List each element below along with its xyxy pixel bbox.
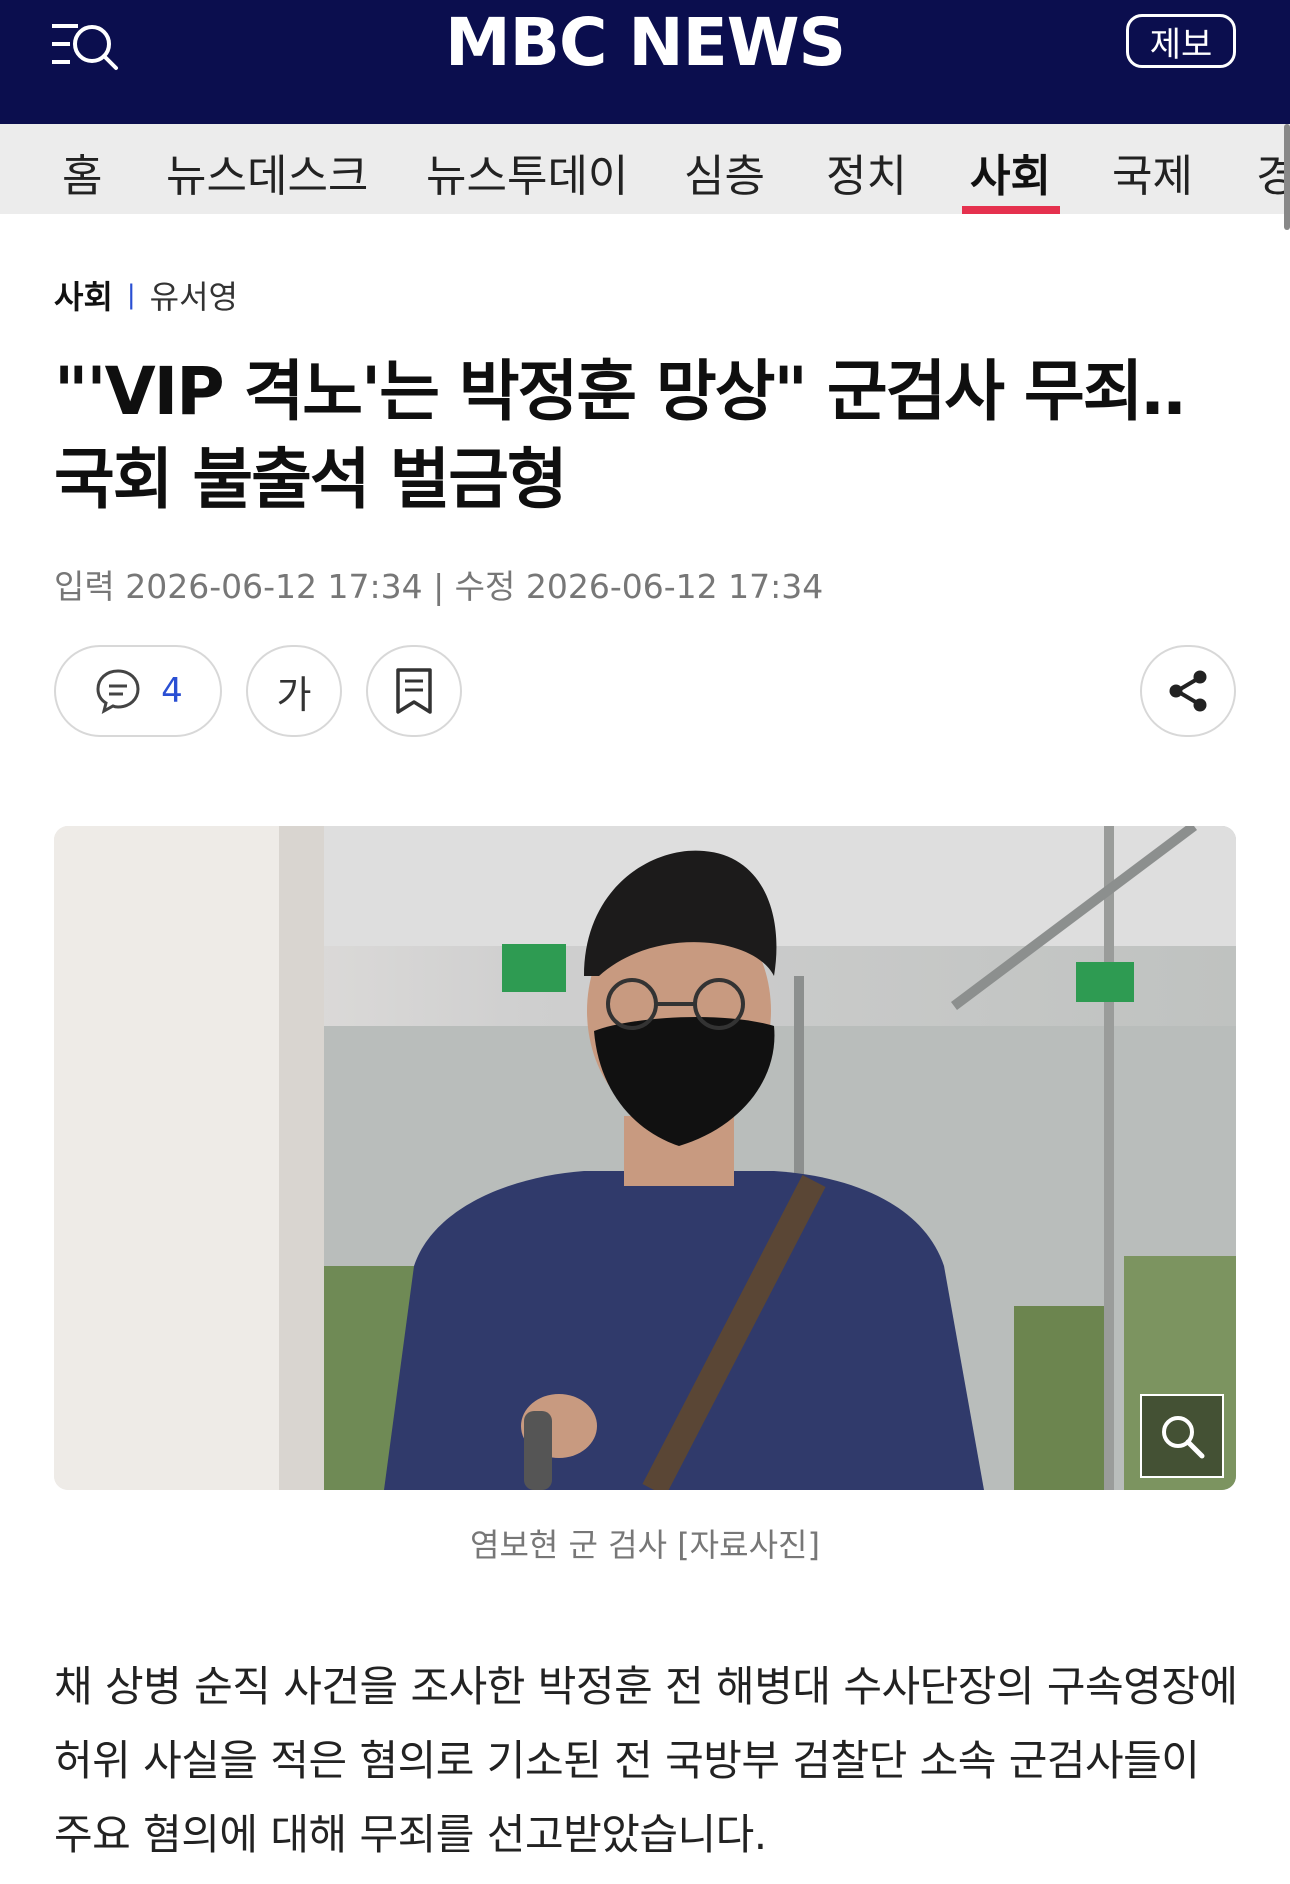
zoom-button[interactable] xyxy=(1140,1394,1224,1478)
article-dates: 입력 2026-06-12 17:34 | 수정 2026-06-12 17:3… xyxy=(54,567,824,606)
tab-newstoday[interactable]: 뉴스투데이 xyxy=(426,140,628,204)
breadcrumb: 사회 | 유서영 xyxy=(54,272,238,318)
tab-politics[interactable]: 정치 xyxy=(826,140,907,204)
active-tab-indicator xyxy=(962,206,1060,214)
mbc-news-logo[interactable]: MBC NEWS xyxy=(0,8,1290,78)
tab-indepth[interactable]: 심층 xyxy=(684,140,765,204)
article-headline: "'VIP 격노'는 박정훈 망상" 군검사 무죄‥국회 불출석 벌금형 xyxy=(54,353,1185,518)
comment-icon xyxy=(96,669,140,714)
top-header: MBC NEWS 제보 xyxy=(0,0,1290,124)
photo-illustration xyxy=(54,826,1236,1490)
tab-society[interactable]: 사회 xyxy=(970,140,1051,204)
share-button[interactable] xyxy=(1140,645,1236,737)
section-label[interactable]: 사회 xyxy=(54,272,113,318)
author-name[interactable]: 유서영 xyxy=(150,272,238,318)
zoom-icon xyxy=(1162,1416,1205,1459)
tip-button[interactable]: 제보 xyxy=(1126,14,1236,68)
scrollbar-thumb[interactable] xyxy=(1284,124,1290,230)
font-size-button[interactable]: 가 xyxy=(246,645,342,737)
share-icon xyxy=(1169,670,1207,712)
font-size-label: 가 xyxy=(276,672,312,717)
photo-caption: 염보현 군 검사 [자료사진] xyxy=(470,1526,820,1564)
breadcrumb-divider: | xyxy=(126,280,136,310)
tab-newsdesk[interactable]: 뉴스데스크 xyxy=(166,140,368,204)
comment-button[interactable]: 4 xyxy=(54,645,222,737)
bookmark-icon xyxy=(396,668,432,714)
article-photo[interactable] xyxy=(54,826,1236,1490)
comment-count: 4 xyxy=(161,671,183,711)
tab-international[interactable]: 국제 xyxy=(1112,140,1193,204)
bookmark-button[interactable] xyxy=(366,645,462,737)
article-body: 채 상병 순직 사건을 조사한 박정훈 전 해병대 수사단장의 구속영장에 허위… xyxy=(54,1662,1238,1859)
tab-home[interactable]: 홈 xyxy=(62,140,102,204)
category-nav: 홈 뉴스데스크 뉴스투데이 심층 정치 사회 국제 경 xyxy=(0,124,1290,214)
